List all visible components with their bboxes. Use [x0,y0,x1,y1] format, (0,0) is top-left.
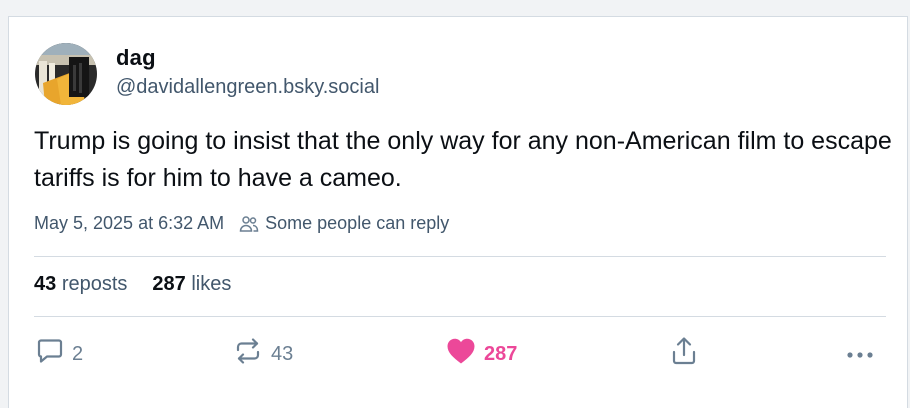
post-card: dag @davidallengreen.bsky.social Trump i… [8,16,908,408]
reposts-count: 43 [34,273,57,295]
reply-bubble-icon [36,338,64,370]
reposts-label: reposts [61,273,128,295]
more-button[interactable] [845,337,875,371]
share-button[interactable] [670,337,698,371]
reply-setting-label[interactable]: Some people can reply [265,213,449,234]
likes-label: likes [191,273,232,295]
post-timestamp[interactable]: May 5, 2025 at 6:32 AM [34,213,224,234]
divider [34,316,886,317]
reply-count: 2 [72,342,84,365]
post-stats: 43 reposts 287 likes [34,273,256,296]
reposts-stat[interactable]: 43 reposts [34,273,127,296]
avatar-image [35,43,97,105]
repost-button[interactable]: 43 [233,337,293,371]
people-icon [239,215,259,233]
more-icon [845,343,875,366]
like-count: 287 [484,342,518,365]
heart-icon [446,337,476,371]
author-handle[interactable]: @davidallengreen.bsky.social [116,76,379,99]
avatar[interactable] [35,43,97,105]
repost-icon [233,338,263,370]
repost-count: 43 [271,342,294,365]
likes-stat[interactable]: 287 likes [152,273,231,296]
likes-count: 287 [152,273,186,295]
share-icon [670,336,698,372]
author-display-name[interactable]: dag [116,45,156,71]
post-meta: May 5, 2025 at 6:32 AM Some people can r… [34,213,449,234]
post-text: Trump is going to insist that the only w… [34,127,892,192]
reply-button[interactable]: 2 [36,337,83,371]
divider [34,256,886,257]
like-button[interactable]: 287 [446,337,517,371]
